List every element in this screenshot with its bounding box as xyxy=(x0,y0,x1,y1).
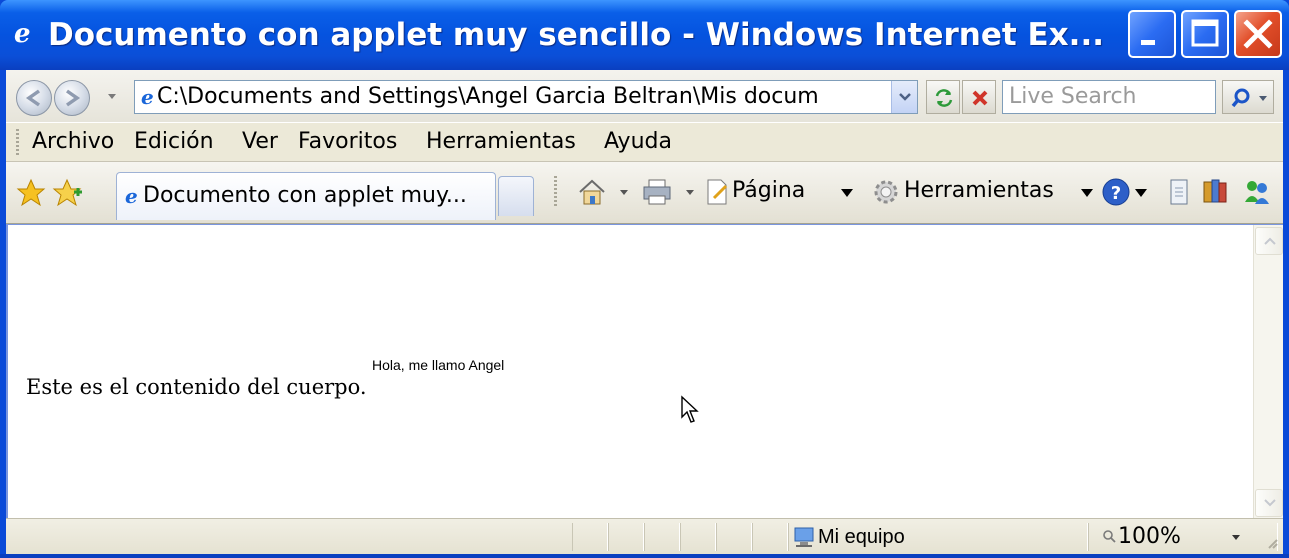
star-icon[interactable] xyxy=(16,178,46,208)
zoom-dropdown[interactable] xyxy=(1232,535,1240,541)
stop-button[interactable] xyxy=(962,80,996,114)
new-tab-button[interactable] xyxy=(498,176,534,216)
status-segment xyxy=(572,523,608,551)
address-toolbar: e C:\Documents and Settings\Angel Garcia… xyxy=(6,70,1283,122)
menu-favoritos[interactable]: Favoritos xyxy=(298,123,397,161)
scroll-down-button[interactable] xyxy=(1255,489,1283,517)
command-bar-grip[interactable] xyxy=(554,176,557,206)
address-input[interactable]: e C:\Documents and Settings\Angel Garcia… xyxy=(134,80,918,114)
tab-label: Documento con applet muy... xyxy=(143,183,467,208)
back-arrow-icon xyxy=(25,89,41,107)
page-menu-label[interactable]: Página xyxy=(732,172,805,210)
tab-active[interactable]: e Documento con applet muy... xyxy=(116,172,496,220)
stop-icon xyxy=(972,90,988,106)
search-button[interactable] xyxy=(1222,80,1274,114)
chevron-down-icon xyxy=(1264,499,1276,507)
menu-herramientas[interactable]: Herramientas xyxy=(426,123,576,161)
address-dropdown-button[interactable] xyxy=(891,81,917,113)
resize-grip-icon[interactable] xyxy=(1265,536,1279,550)
menu-ver[interactable]: Ver xyxy=(242,123,278,161)
help-dropdown[interactable] xyxy=(1134,188,1148,198)
forward-button[interactable] xyxy=(54,80,90,116)
research-icon[interactable] xyxy=(1166,172,1192,212)
tools-menu-label[interactable]: Herramientas xyxy=(904,172,1054,210)
title-bar[interactable]: e Documento con applet muy sencillo - Wi… xyxy=(0,0,1289,70)
body-paragraph: Este es el contenido del cuerpo. xyxy=(26,375,367,399)
zoom-icon xyxy=(1103,530,1116,543)
applet-output: Hola, me llamo Angel xyxy=(372,357,505,373)
chevron-down-icon xyxy=(899,93,911,101)
browser-client-area: e C:\Documents and Settings\Angel Garcia… xyxy=(6,70,1283,554)
magnifier-icon xyxy=(1231,88,1267,108)
help-icon[interactable]: ? xyxy=(1100,172,1132,212)
menu-edicion[interactable]: Edición xyxy=(134,123,214,161)
messenger-icon[interactable] xyxy=(1240,172,1274,212)
chevron-up-icon xyxy=(1264,237,1276,245)
forward-arrow-icon xyxy=(65,89,81,107)
tools-menu-dropdown[interactable] xyxy=(1080,188,1094,198)
toolbar-grip[interactable] xyxy=(16,129,19,155)
status-segment xyxy=(716,523,752,551)
menu-ayuda[interactable]: Ayuda xyxy=(604,123,672,161)
encyclopedia-icon[interactable] xyxy=(1200,172,1230,212)
back-button[interactable] xyxy=(16,80,52,116)
print-dropdown[interactable] xyxy=(686,190,694,196)
home-dropdown[interactable] xyxy=(620,190,628,196)
minimize-icon xyxy=(1141,40,1155,45)
status-segment xyxy=(752,523,788,551)
recent-pages-dropdown[interactable] xyxy=(106,86,118,106)
mouse-pointer-icon xyxy=(681,395,699,423)
ie-logo-icon: e xyxy=(14,19,31,49)
home-icon[interactable] xyxy=(576,172,608,212)
status-bar: Mi equipo 100% xyxy=(6,518,1283,554)
tab-command-bar: e Documento con applet muy... Página Her… xyxy=(6,162,1283,224)
close-button[interactable] xyxy=(1234,10,1282,58)
close-icon xyxy=(1243,19,1273,49)
page-content: Este es el contenido del cuerpo. Hola, m… xyxy=(6,224,1283,519)
menu-archivo[interactable]: Archivo xyxy=(32,123,114,161)
search-input[interactable]: Live Search xyxy=(1002,80,1216,114)
maximize-button[interactable] xyxy=(1181,10,1229,58)
tab-ie-icon: e xyxy=(125,184,138,208)
add-favorite-icon[interactable] xyxy=(52,178,84,208)
page-icon[interactable] xyxy=(704,172,732,212)
maximize-icon xyxy=(1191,19,1219,47)
zoom-level[interactable]: 100% xyxy=(1118,522,1181,552)
browser-window: e Documento con applet muy sencillo - Wi… xyxy=(0,0,1289,558)
scroll-up-button[interactable] xyxy=(1255,227,1283,255)
zoom-segment[interactable] xyxy=(1088,523,1278,551)
menu-bar: Archivo Edición Ver Favoritos Herramient… xyxy=(6,122,1283,162)
status-segment xyxy=(680,523,716,551)
security-zone-label: Mi equipo xyxy=(818,526,905,548)
minimize-button[interactable] xyxy=(1128,10,1176,58)
svg-text:?: ? xyxy=(1111,183,1121,204)
page-menu-dropdown[interactable] xyxy=(840,188,854,198)
address-url: C:\Documents and Settings\Angel Garcia B… xyxy=(157,84,819,109)
gear-icon[interactable] xyxy=(870,172,902,212)
computer-icon xyxy=(794,527,814,547)
printer-icon[interactable] xyxy=(640,172,674,212)
refresh-icon xyxy=(935,89,953,107)
status-segment xyxy=(644,523,680,551)
window-bottom-border[interactable] xyxy=(0,554,1289,558)
refresh-button[interactable] xyxy=(926,80,960,114)
status-segment xyxy=(608,523,644,551)
window-title: Documento con applet muy sencillo - Wind… xyxy=(48,17,1104,53)
vertical-scrollbar[interactable] xyxy=(1253,225,1283,519)
